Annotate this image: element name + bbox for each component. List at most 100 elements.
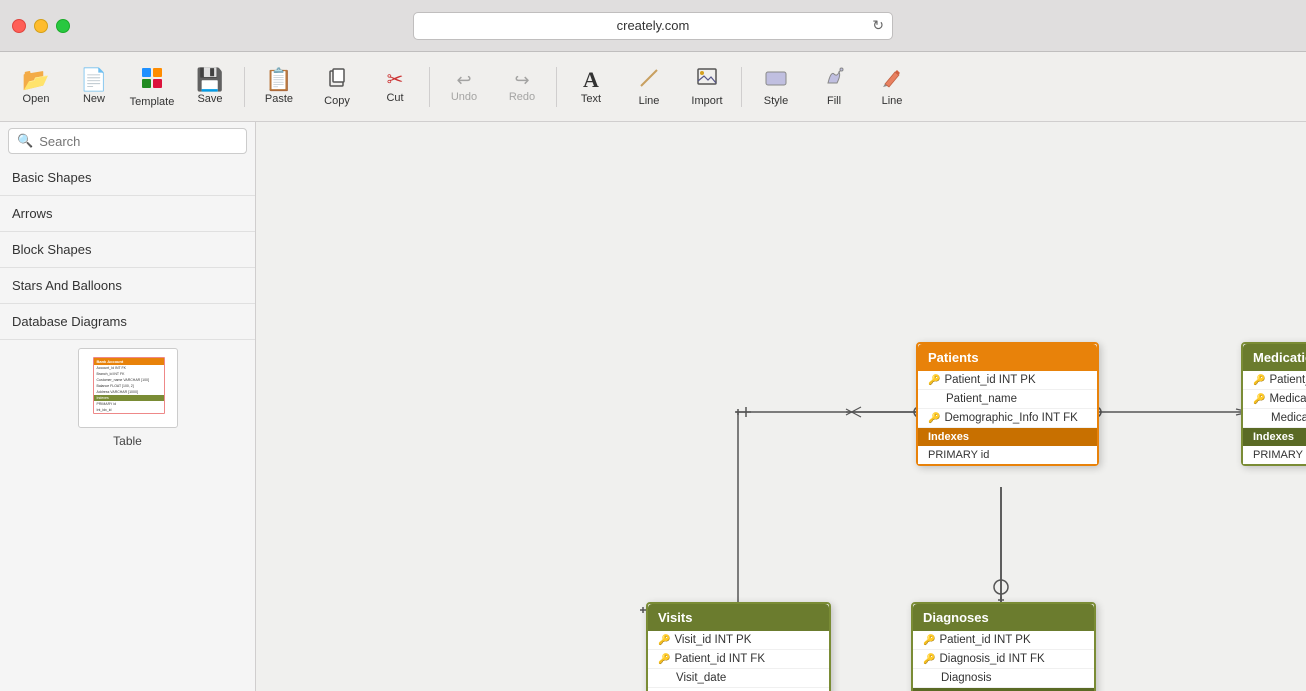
draw-line-button[interactable]: Line — [864, 57, 920, 117]
canvas-area[interactable]: Patients 🔑 Patient_id INT PK Patient_nam… — [256, 122, 1306, 691]
undo-icon: ↩ — [456, 71, 471, 89]
open-label: Open — [23, 93, 50, 105]
table-medication[interactable]: Medication 🔑 Patient_id INT PK 🔑 Medicat… — [1241, 342, 1306, 466]
import-icon — [696, 67, 718, 93]
medication-row-2: 🔑 Medication_id INT FK — [1243, 390, 1306, 409]
database-diagrams-label: Database Diagrams — [12, 314, 127, 329]
sidebar-item-arrows[interactable]: Arrows — [0, 196, 255, 232]
text-button[interactable]: A Text — [563, 57, 619, 117]
fill-icon — [823, 67, 845, 93]
paste-button[interactable]: 📋 Paste — [251, 57, 307, 117]
cut-icon: ✂ — [387, 70, 404, 90]
medication-row-3: Medication_name — [1243, 409, 1306, 428]
diagnoses-row-3: Diagnosis — [913, 669, 1094, 688]
cut-button[interactable]: ✂ Cut — [367, 57, 423, 117]
line-button[interactable]: Line — [621, 57, 677, 117]
fill-button[interactable]: Fill — [806, 57, 862, 117]
patients-index-1: PRIMARY id — [918, 446, 1097, 464]
line-label: Line — [639, 95, 660, 107]
patients-row-2: Patient_name — [918, 390, 1097, 409]
sidebar-item-block-shapes[interactable]: Block Shapes — [0, 232, 255, 268]
line2-label: Line — [882, 95, 903, 107]
style-button[interactable]: Style — [748, 57, 804, 117]
maximize-button[interactable] — [56, 19, 70, 33]
block-shapes-label: Block Shapes — [12, 242, 92, 257]
thumbnail-label: Table — [113, 434, 142, 448]
refresh-icon[interactable]: ↻ — [872, 17, 884, 34]
medication-body: 🔑 Patient_id INT PK 🔑 Medication_id INT … — [1243, 371, 1306, 464]
template-button[interactable]: Template — [124, 57, 180, 117]
minimize-button[interactable] — [34, 19, 48, 33]
table-diagnoses[interactable]: Diagnoses 🔑 Patient_id INT PK 🔑 Diagnosi… — [911, 602, 1096, 691]
save-label: Save — [197, 93, 222, 105]
open-icon: 📂 — [22, 69, 49, 91]
key-icon-1: 🔑 — [928, 375, 940, 386]
patients-body: 🔑 Patient_id INT PK Patient_name 🔑 Demog… — [918, 371, 1097, 464]
undo-label: Undo — [451, 91, 477, 103]
line-draw-icon — [638, 67, 660, 93]
copy-button[interactable]: Copy — [309, 57, 365, 117]
patients-title: Patients — [928, 350, 979, 365]
sidebar: 🔍 Basic Shapes Arrows Block Shapes Stars… — [0, 122, 256, 691]
stars-balloons-label: Stars And Balloons — [12, 278, 122, 293]
basic-shapes-label: Basic Shapes — [12, 170, 92, 185]
redo-button[interactable]: ↪ Redo — [494, 57, 550, 117]
open-button[interactable]: 📂 Open — [8, 57, 64, 117]
cut-label: Cut — [386, 92, 403, 104]
sidebar-item-basic-shapes[interactable]: Basic Shapes — [0, 160, 255, 196]
import-label: Import — [691, 95, 722, 107]
visits-header: Visits — [648, 604, 829, 631]
url-bar[interactable]: creately.com ↻ — [413, 12, 893, 40]
paste-icon: 📋 — [265, 69, 292, 91]
copy-label: Copy — [324, 95, 350, 107]
thumbnail-image[interactable]: Bank Account Account_Id INT FK Branch_Id… — [78, 348, 178, 428]
key-icon-m1: 🔑 — [1253, 375, 1265, 386]
new-icon: 📄 — [80, 69, 107, 91]
sidebar-item-stars-balloons[interactable]: Stars And Balloons — [0, 268, 255, 304]
visits-body: 🔑 Visit_id INT PK 🔑 Patient_id INT FK Vi… — [648, 631, 829, 691]
sidebar-thumbnail-area: Bank Account Account_Id INT FK Branch_Id… — [0, 340, 255, 456]
visits-row-1: 🔑 Visit_id INT PK — [648, 631, 829, 650]
search-box[interactable]: 🔍 — [8, 128, 247, 154]
key-icon-d2: 🔑 — [923, 654, 935, 665]
key-icon-3: 🔑 — [928, 413, 940, 424]
medication-header: Medication — [1243, 344, 1306, 371]
patients-indexes-header: Indexes — [918, 428, 1097, 446]
key-icon-m2: 🔑 — [1253, 394, 1265, 405]
save-button[interactable]: 💾 Save — [182, 57, 238, 117]
table-patients[interactable]: Patients 🔑 Patient_id INT PK Patient_nam… — [916, 342, 1099, 466]
separator-4 — [741, 67, 742, 107]
visits-row-3: Visit_date — [648, 669, 829, 688]
key-icon-v1: 🔑 — [658, 635, 670, 646]
search-input[interactable] — [39, 134, 238, 149]
medication-row-1: 🔑 Patient_id INT PK — [1243, 371, 1306, 390]
diagnoses-row-1: 🔑 Patient_id INT PK — [913, 631, 1094, 650]
new-label: New — [83, 93, 105, 105]
search-icon: 🔍 — [17, 133, 33, 149]
text-label: Text — [581, 93, 601, 105]
medication-index-1: PRIMARY id — [1243, 446, 1306, 464]
new-button[interactable]: 📄 New — [66, 57, 122, 117]
diagnoses-title: Diagnoses — [923, 610, 989, 625]
import-button[interactable]: Import — [679, 57, 735, 117]
redo-icon: ↪ — [514, 71, 529, 89]
medication-title: Medication — [1253, 350, 1306, 365]
style-icon — [764, 67, 788, 93]
undo-button[interactable]: ↩ Undo — [436, 57, 492, 117]
template-icon — [140, 66, 164, 94]
patients-row-3: 🔑 Demographic_Info INT FK — [918, 409, 1097, 428]
key-icon-v2: 🔑 — [658, 654, 670, 665]
close-button[interactable] — [12, 19, 26, 33]
table-visits[interactable]: Visits 🔑 Visit_id INT PK 🔑 Patient_id IN… — [646, 602, 831, 691]
patients-row-1: 🔑 Patient_id INT PK — [918, 371, 1097, 390]
style-label: Style — [764, 95, 788, 107]
titlebar: creately.com ↻ — [0, 0, 1306, 52]
separator-3 — [556, 67, 557, 107]
sidebar-item-database-diagrams[interactable]: Database Diagrams — [0, 304, 255, 340]
diagnoses-header: Diagnoses — [913, 604, 1094, 631]
toolbar: 📂 Open 📄 New Template 💾 Save 📋 Paste Cop… — [0, 52, 1306, 122]
diagnoses-body: 🔑 Patient_id INT PK 🔑 Diagnosis_id INT F… — [913, 631, 1094, 691]
copy-icon — [326, 67, 348, 93]
traffic-lights — [12, 19, 70, 33]
visits-title: Visits — [658, 610, 692, 625]
